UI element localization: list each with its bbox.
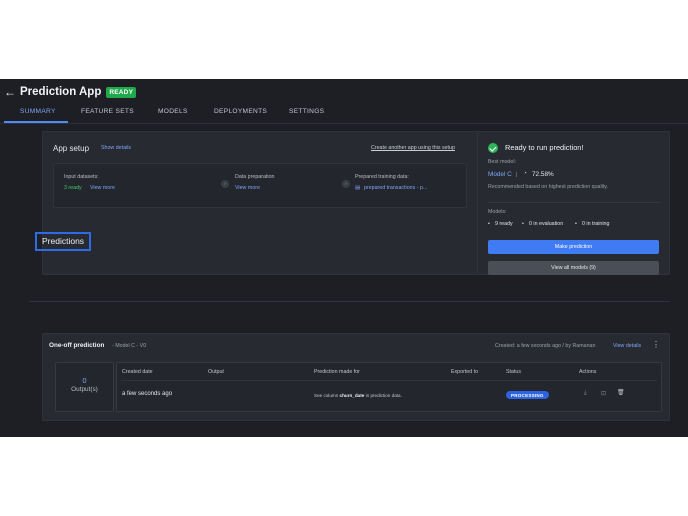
section-divider — [29, 301, 670, 302]
view-details-link[interactable]: View details — [613, 343, 641, 349]
column-header: Actions — [579, 369, 597, 375]
page-title: Prediction App — [20, 86, 102, 98]
separator: | — [516, 172, 518, 178]
download-icon[interactable]: ⤓ — [584, 390, 587, 397]
prep-view-more-link[interactable]: View more — [235, 185, 260, 191]
column-header: Exported to — [451, 369, 479, 375]
bullet-icon: • — [488, 221, 490, 227]
prediction-card-title: One-off prediction — [49, 342, 105, 349]
model-score: 72.58% — [532, 171, 554, 178]
best-model-link[interactable]: Model C — [488, 171, 512, 178]
training-data-link[interactable]: prepared transactions - p... — [364, 185, 427, 191]
models-ready: 9 ready — [495, 221, 513, 227]
tab-settings[interactable]: SETTINGS — [289, 108, 324, 115]
status-badge: READY — [106, 86, 137, 98]
app-setup-title: App setup — [53, 144, 90, 153]
setup-steps-box: Input datasets: 3 ready View more › Data… — [53, 163, 467, 208]
made-for-prefix: See column — [314, 393, 339, 398]
dataset-icon: ▤ — [355, 185, 361, 191]
output-count: 0 — [82, 376, 87, 385]
view-all-models-button[interactable]: View all models (9) — [488, 261, 659, 275]
tab-deployments[interactable]: DEPLOYMENTS — [214, 108, 267, 115]
prediction-card: One-off prediction - Model C - V0 Create… — [42, 333, 670, 421]
created-info: Created: a few seconds ago / by Ramanan — [495, 343, 596, 349]
best-model-label: Best model: — [488, 159, 516, 165]
status-badge: PROCESSING — [506, 391, 549, 399]
tab-summary[interactable]: SUMMARY — [20, 108, 56, 115]
back-arrow-icon[interactable]: ← — [4, 85, 16, 99]
input-datasets-value: 3 ready — [64, 185, 82, 191]
recommendation-text: Recommended based on highest prediction … — [488, 184, 609, 190]
show-details-link[interactable]: Show details — [101, 145, 131, 151]
divider — [488, 202, 660, 203]
column-header: Status — [506, 369, 522, 375]
export-icon[interactable]: ⊡ — [601, 390, 606, 397]
prediction-status-panel: Ready to run prediction! Best model: Mod… — [477, 131, 670, 275]
models-in-training: 0 in training — [582, 221, 610, 227]
predictions-heading: Predictions — [35, 232, 91, 251]
make-prediction-button[interactable]: Make prediction — [488, 240, 659, 254]
bullet-icon: • — [522, 221, 524, 227]
data-preparation-label: Data preparation — [235, 174, 275, 180]
tab-bar: SUMMARY FEATURE SETS MODELS DEPLOYMENTS … — [0, 103, 688, 124]
output-label: Output(s) — [71, 386, 98, 393]
tab-feature-sets[interactable]: FEATURE SETS — [81, 108, 134, 115]
more-options-icon[interactable]: ⋮ — [652, 340, 660, 349]
header-divider — [121, 380, 657, 381]
prediction-model-version: - Model C - V0 — [112, 343, 147, 349]
bullet-icon: • — [575, 221, 577, 227]
column-header: Output — [208, 369, 224, 375]
app-setup-panel: App setup Show details Create another ap… — [42, 131, 478, 275]
predictions-table: Created date Output Prediction made for … — [116, 362, 662, 412]
step-arrow-icon: › — [221, 180, 229, 188]
row-made-for: See column churn_date in prediction data… — [314, 393, 402, 398]
models-in-evaluation: 0 in evaluation — [529, 221, 564, 227]
create-another-app-link[interactable]: Create another app using this setup — [371, 145, 455, 151]
column-header: Created date — [122, 369, 153, 375]
input-datasets-label: Input datasets: — [64, 174, 99, 180]
training-data-label: Prepared training data: — [355, 174, 409, 180]
quality-gauge-icon: ◔ — [523, 170, 527, 177]
row-created-date: a few seconds ago — [122, 391, 173, 397]
models-label: Models: — [488, 209, 507, 215]
ready-title: Ready to run prediction! — [505, 143, 584, 152]
input-view-more-link[interactable]: View more — [90, 185, 115, 191]
made-for-column: churn_date — [339, 393, 365, 398]
made-for-suffix: in prediction data. — [365, 393, 402, 398]
active-tab-indicator — [4, 121, 68, 123]
delete-icon[interactable]: 🗑 — [617, 389, 625, 396]
check-circle-icon — [488, 143, 498, 153]
step-arrow-icon: › — [342, 180, 350, 188]
outputs-summary: 0 Output(s) — [55, 362, 114, 412]
column-header: Prediction made for — [314, 369, 360, 375]
tab-models[interactable]: MODELS — [158, 108, 188, 115]
title-bar: ← Prediction App READY — [4, 84, 137, 100]
